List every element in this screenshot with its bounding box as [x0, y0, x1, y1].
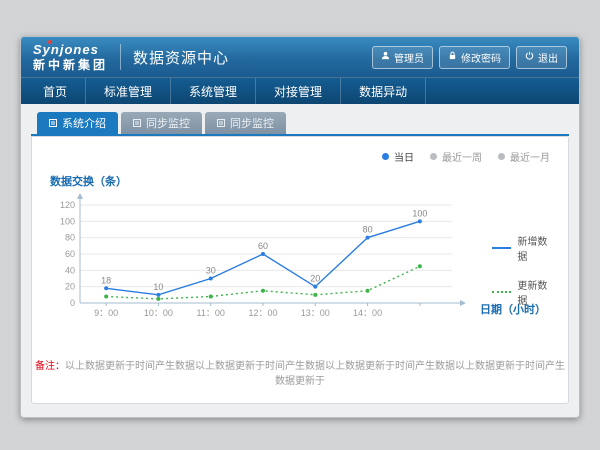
logout-label: 退出 [538, 50, 558, 65]
y-axis-label: 数据交换（条） [50, 173, 556, 189]
logout-icon [525, 51, 534, 63]
radio-dot-icon [382, 153, 389, 160]
filter-label: 当日 [394, 149, 414, 164]
svg-text:18: 18 [101, 275, 111, 285]
app-header: Synjones 新中新集团 数据资源中心 管理员 修改密码 [21, 37, 579, 77]
svg-text:100: 100 [60, 216, 75, 226]
svg-text:30: 30 [206, 266, 216, 276]
user-icon [381, 51, 390, 63]
admin-user-label: 管理员 [394, 50, 424, 65]
legend-item-updated-data: 更新数据 [492, 277, 556, 307]
svg-text:0: 0 [70, 298, 75, 308]
svg-text:20: 20 [65, 282, 75, 292]
nav-item-home[interactable]: 首页 [25, 78, 86, 104]
change-password-button[interactable]: 修改密码 [439, 46, 510, 69]
svg-text:100: 100 [412, 208, 427, 218]
chart-legend: 新增数据 更新数据 [492, 233, 556, 307]
svg-text:60: 60 [258, 241, 268, 251]
radio-dot-icon [498, 153, 505, 160]
svg-text:20: 20 [310, 274, 320, 284]
logo-text: Synjones [33, 43, 108, 56]
logo-subtext: 新中新集团 [33, 59, 108, 71]
filter-last-month[interactable]: 最近一月 [498, 149, 550, 164]
filter-last-week[interactable]: 最近一周 [430, 149, 482, 164]
nav-item-system-mgmt[interactable]: 系统管理 [171, 78, 256, 104]
lock-icon [448, 51, 457, 63]
time-range-filters: 当日 最近一周 最近一月 [382, 149, 550, 164]
filter-today[interactable]: 当日 [382, 149, 414, 164]
filter-label: 最近一月 [510, 149, 550, 164]
document-icon [49, 119, 57, 127]
admin-user-button[interactable]: 管理员 [372, 46, 433, 69]
footnote-text: 以上数据更新于时间产生数据以上数据更新于时间产生数据以上数据更新于时间产生数据以… [65, 361, 565, 387]
tab-label: 同步监控 [146, 115, 190, 131]
filter-label: 最近一周 [442, 149, 482, 164]
svg-text:60: 60 [65, 249, 75, 259]
nav-item-standard-mgmt[interactable]: 标准管理 [86, 78, 171, 104]
data-exchange-line-chart: 0 20 40 60 80 100 120 9：00 10：00 11：00 12：00 13：00 1… [46, 191, 478, 331]
logo-dot-icon [48, 40, 52, 44]
tab-sync-monitor-1[interactable]: 同步监控 [121, 112, 202, 134]
app-window: Synjones 新中新集团 数据资源中心 管理员 修改密码 [20, 36, 580, 418]
app-title: 数据资源中心 [133, 47, 229, 68]
svg-text:9：00: 9：00 [94, 308, 118, 318]
header-divider [120, 44, 121, 70]
svg-text:40: 40 [65, 265, 75, 275]
svg-text:11：00: 11：00 [197, 308, 225, 318]
line-swatch-solid-icon [492, 247, 511, 249]
svg-text:80: 80 [363, 225, 373, 235]
line-swatch-dotted-icon [492, 291, 511, 293]
nav-item-data-change[interactable]: 数据异动 [341, 78, 426, 104]
svg-text:120: 120 [60, 200, 75, 210]
chart-panel: 当日 最近一周 最近一月 数据交换（条） 0 20 40 60 80 100 120 9：00… [31, 136, 569, 404]
tab-system-intro[interactable]: 系统介绍 [37, 112, 118, 134]
svg-text:14：00: 14：00 [353, 308, 382, 318]
svg-text:10：00: 10：00 [144, 308, 173, 318]
svg-text:10: 10 [153, 282, 163, 292]
change-password-label: 修改密码 [461, 50, 501, 65]
tab-label: 系统介绍 [62, 115, 106, 131]
tab-strip: 系统介绍 同步监控 同步监控 [31, 112, 569, 136]
nav-item-connect-mgmt[interactable]: 对接管理 [256, 78, 341, 104]
main-nav: 首页 标准管理 系统管理 对接管理 数据异动 [21, 77, 579, 104]
logout-button[interactable]: 退出 [516, 46, 567, 69]
chart-area: 0 20 40 60 80 100 120 9：00 10：00 11：00 12：00 13：00 1… [44, 191, 556, 359]
legend-item-new-data: 新增数据 [492, 233, 556, 263]
content-area: 系统介绍 同步监控 同步监控 当日 [21, 104, 579, 418]
logo: Synjones 新中新集团 [33, 43, 108, 71]
legend-label: 新增数据 [517, 233, 556, 263]
footnote-label: 备注： [35, 361, 65, 372]
header-actions: 管理员 修改密码 退出 [372, 46, 567, 69]
footnote: 备注：以上数据更新于时间产生数据以上数据更新于时间产生数据以上数据更新于时间产生… [32, 357, 568, 387]
tab-sync-monitor-2[interactable]: 同步监控 [205, 112, 286, 134]
document-icon [217, 119, 225, 127]
radio-dot-icon [430, 153, 437, 160]
svg-text:80: 80 [65, 233, 75, 243]
tab-label: 同步监控 [230, 115, 274, 131]
document-icon [133, 119, 141, 127]
svg-text:12：00: 12：00 [248, 308, 277, 318]
legend-label: 更新数据 [517, 277, 556, 307]
svg-text:13：00: 13：00 [301, 308, 330, 318]
